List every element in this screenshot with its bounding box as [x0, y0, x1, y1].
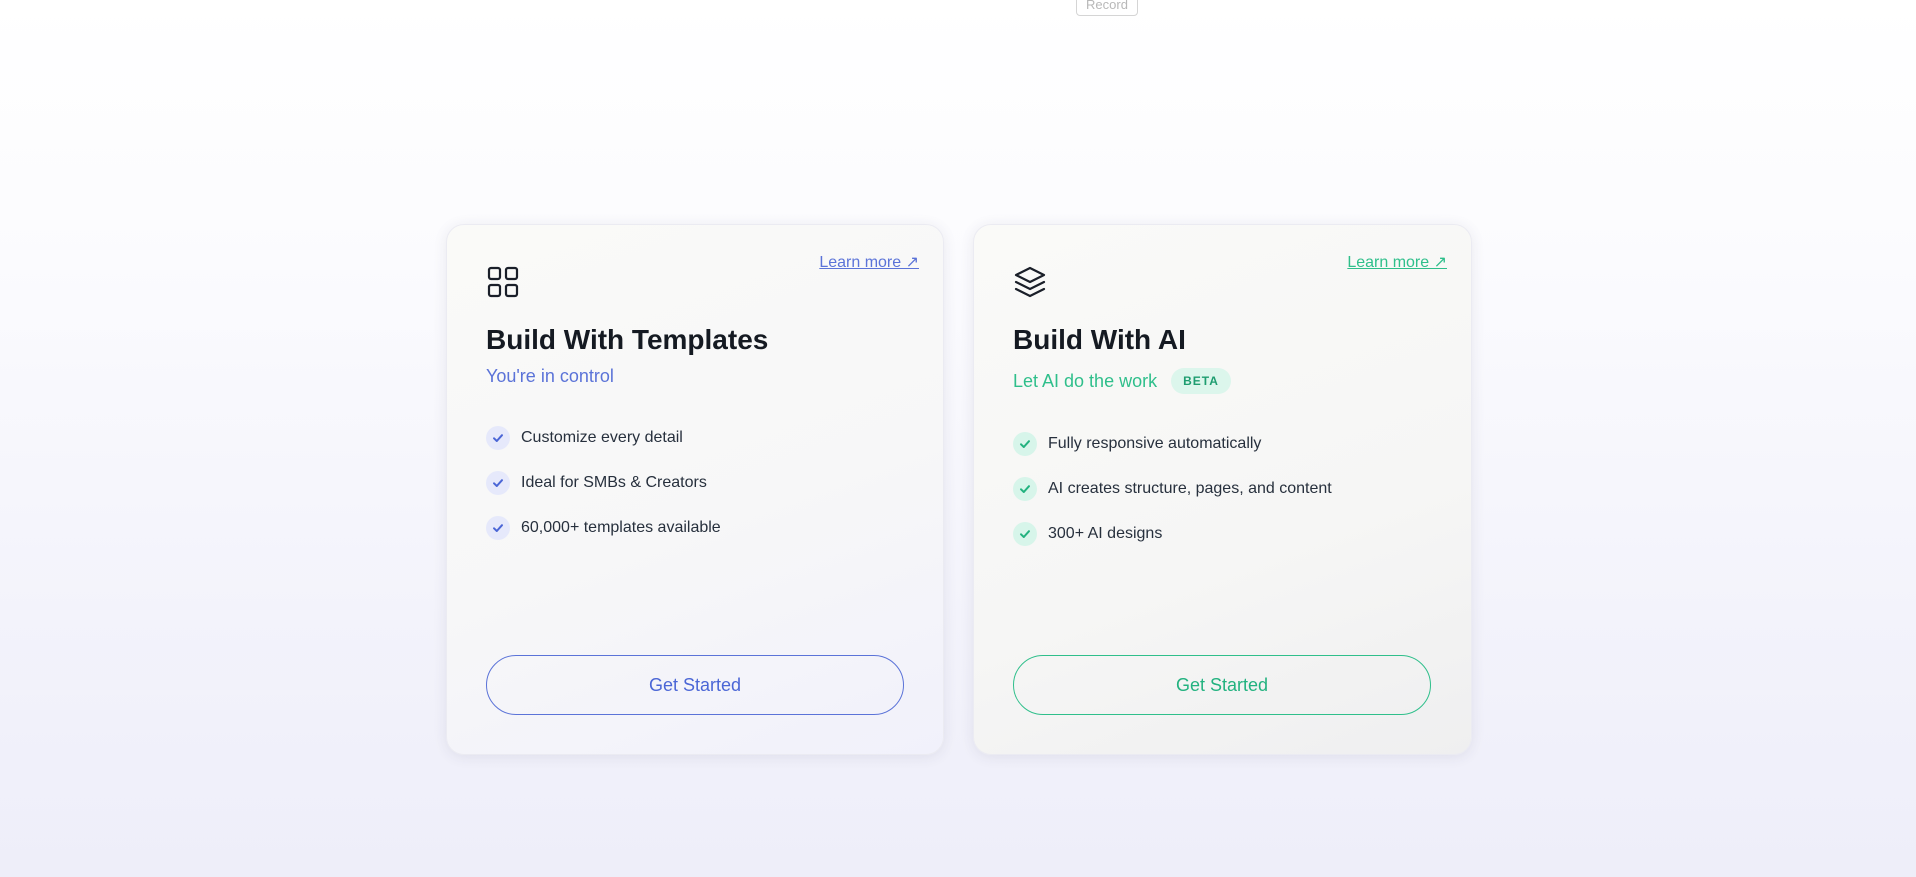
feature-label: 60,000+ templates available: [521, 518, 721, 536]
check-icon: [486, 515, 510, 540]
feature-item: Ideal for SMBs & Creators: [486, 460, 721, 505]
subtitle-row: You're in control: [486, 366, 614, 387]
feature-list: Customize every detail Ideal for SMBs & …: [486, 415, 721, 550]
feature-item: Fully responsive automatically: [1013, 421, 1332, 466]
get-started-templates-button[interactable]: Get Started: [486, 655, 904, 715]
feature-label: 300+ AI designs: [1048, 524, 1163, 542]
check-icon: [1013, 521, 1037, 546]
feature-item: 300+ AI designs: [1013, 511, 1332, 556]
check-icon: [1013, 431, 1037, 456]
feature-label: Fully responsive automatically: [1048, 434, 1262, 452]
check-icon: [1013, 476, 1037, 501]
check-icon: [486, 425, 510, 450]
subtitle-row: Let AI do the work BETA: [1013, 368, 1231, 394]
beta-badge: BETA: [1171, 368, 1231, 394]
card-title: Build With AI: [1013, 324, 1186, 355]
feature-label: Ideal for SMBs & Creators: [521, 473, 707, 491]
feature-label: AI creates structure, pages, and content: [1048, 479, 1332, 497]
check-icon: [486, 470, 510, 495]
layers-icon: [1014, 266, 1046, 298]
grid-icon: [487, 266, 519, 298]
feature-item: Customize every detail: [486, 415, 721, 460]
record-button[interactable]: Record: [1076, 0, 1138, 16]
card-subtitle: Let AI do the work: [1013, 370, 1158, 391]
card-subtitle: You're in control: [486, 366, 614, 386]
templates-card: Learn more ↗ Build With Templates You're…: [446, 224, 944, 755]
get-started-ai-button[interactable]: Get Started: [1013, 655, 1431, 715]
feature-item: AI creates structure, pages, and content: [1013, 466, 1332, 511]
card-title: Build With Templates: [486, 324, 769, 355]
feature-item: 60,000+ templates available: [486, 505, 721, 550]
feature-list: Fully responsive automatically AI create…: [1013, 421, 1332, 556]
learn-more-ai-link[interactable]: Learn more ↗: [1347, 252, 1447, 272]
feature-label: Customize every detail: [521, 428, 683, 446]
ai-card: Learn more ↗ Build With AI Let AI do the…: [973, 224, 1472, 755]
learn-more-templates-link[interactable]: Learn more ↗: [819, 252, 919, 272]
